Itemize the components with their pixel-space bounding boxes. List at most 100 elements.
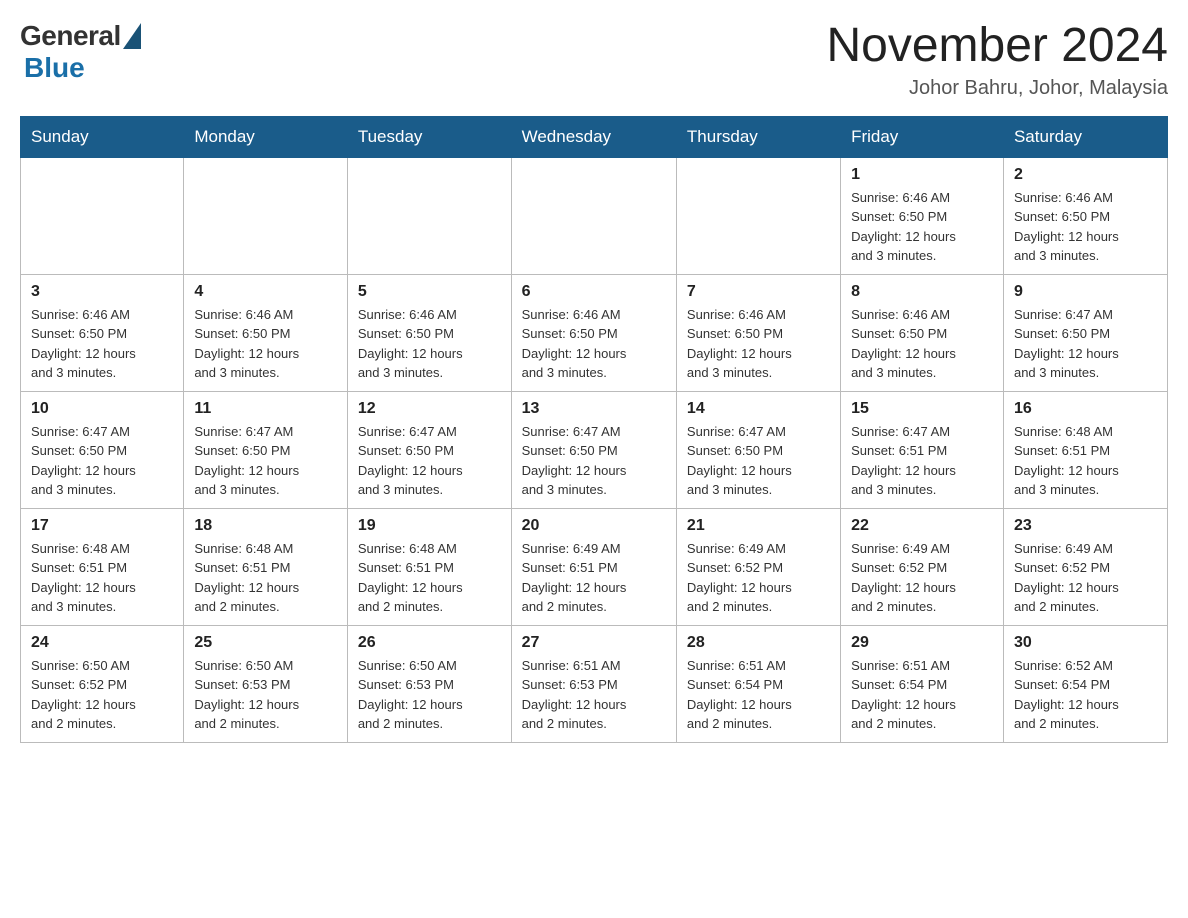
day-number: 26 xyxy=(358,634,501,652)
day-cell: 8Sunrise: 6:46 AM Sunset: 6:50 PM Daylig… xyxy=(841,274,1004,391)
day-number: 21 xyxy=(687,517,830,535)
day-number: 6 xyxy=(522,283,666,301)
day-info: Sunrise: 6:47 AM Sunset: 6:50 PM Dayligh… xyxy=(1014,305,1157,383)
day-number: 25 xyxy=(194,634,337,652)
day-info: Sunrise: 6:47 AM Sunset: 6:50 PM Dayligh… xyxy=(522,422,666,500)
header-wednesday: Wednesday xyxy=(511,116,676,157)
logo-blue-text: Blue xyxy=(24,52,85,84)
day-info: Sunrise: 6:46 AM Sunset: 6:50 PM Dayligh… xyxy=(1014,188,1157,266)
day-number: 19 xyxy=(358,517,501,535)
day-number: 22 xyxy=(851,517,993,535)
day-number: 12 xyxy=(358,400,501,418)
day-number: 10 xyxy=(31,400,173,418)
day-cell: 29Sunrise: 6:51 AM Sunset: 6:54 PM Dayli… xyxy=(841,625,1004,742)
day-cell: 4Sunrise: 6:46 AM Sunset: 6:50 PM Daylig… xyxy=(184,274,348,391)
day-number: 5 xyxy=(358,283,501,301)
day-number: 9 xyxy=(1014,283,1157,301)
day-info: Sunrise: 6:50 AM Sunset: 6:52 PM Dayligh… xyxy=(31,656,173,734)
calendar-table: SundayMondayTuesdayWednesdayThursdayFrid… xyxy=(20,116,1168,743)
title-area: November 2024 Johor Bahru, Johor, Malays… xyxy=(826,20,1168,100)
day-info: Sunrise: 6:47 AM Sunset: 6:51 PM Dayligh… xyxy=(851,422,993,500)
day-info: Sunrise: 6:50 AM Sunset: 6:53 PM Dayligh… xyxy=(194,656,337,734)
day-number: 30 xyxy=(1014,634,1157,652)
day-cell: 2 Sunrise: 6:46 AM Sunset: 6:50 PM Daylig… xyxy=(1003,157,1167,274)
day-number: 15 xyxy=(851,400,993,418)
day-number: 1 xyxy=(851,166,993,184)
day-info: Sunrise: 6:48 AM Sunset: 6:51 PM Dayligh… xyxy=(194,539,337,617)
header-saturday: Saturday xyxy=(1003,116,1167,157)
day-cell: 11 Sunrise: 6:47 AM Sunset: 6:50 PM Dayli… xyxy=(184,391,348,508)
day-number: 27 xyxy=(522,634,666,652)
day-number: 16 xyxy=(1014,400,1157,418)
day-info: Sunrise: 6:49 AM Sunset: 6:52 PM Dayligh… xyxy=(1014,539,1157,617)
day-info: Sunrise: 6:52 AM Sunset: 6:54 PM Dayligh… xyxy=(1014,656,1157,734)
week-row-3: 10 Sunrise: 6:47 AM Sunset: 6:50 PM Dayli… xyxy=(21,391,1168,508)
day-cell: 24 Sunrise: 6:50 AM Sunset: 6:52 PM Dayli… xyxy=(21,625,184,742)
day-number: 3 xyxy=(31,283,173,301)
day-cell: 7Sunrise: 6:46 AM Sunset: 6:50 PM Daylig… xyxy=(676,274,840,391)
day-number: 14 xyxy=(687,400,830,418)
day-info: Sunrise: 6:48 AM Sunset: 6:51 PM Dayligh… xyxy=(358,539,501,617)
day-info: Sunrise: 6:46 AM Sunset: 6:50 PM Dayligh… xyxy=(31,305,173,383)
day-number: 29 xyxy=(851,634,993,652)
day-number: 18 xyxy=(194,517,337,535)
day-number: 28 xyxy=(687,634,830,652)
day-cell: 9 Sunrise: 6:47 AM Sunset: 6:50 PM Daylig… xyxy=(1003,274,1167,391)
day-cell xyxy=(511,157,676,274)
day-cell: 30 Sunrise: 6:52 AM Sunset: 6:54 PM Dayli… xyxy=(1003,625,1167,742)
day-info: Sunrise: 6:51 AM Sunset: 6:54 PM Dayligh… xyxy=(687,656,830,734)
week-row-2: 3 Sunrise: 6:46 AM Sunset: 6:50 PM Daylig… xyxy=(21,274,1168,391)
day-cell xyxy=(676,157,840,274)
day-info: Sunrise: 6:47 AM Sunset: 6:50 PM Dayligh… xyxy=(31,422,173,500)
day-info: Sunrise: 6:49 AM Sunset: 6:52 PM Dayligh… xyxy=(687,539,830,617)
day-headers-row: SundayMondayTuesdayWednesdayThursdayFrid… xyxy=(21,116,1168,157)
day-number: 13 xyxy=(522,400,666,418)
day-info: Sunrise: 6:46 AM Sunset: 6:50 PM Dayligh… xyxy=(851,305,993,383)
day-cell: 28 Sunrise: 6:51 AM Sunset: 6:54 PM Dayli… xyxy=(676,625,840,742)
day-info: Sunrise: 6:48 AM Sunset: 6:51 PM Dayligh… xyxy=(1014,422,1157,500)
day-number: 20 xyxy=(522,517,666,535)
header-tuesday: Tuesday xyxy=(347,116,511,157)
day-cell: 17 Sunrise: 6:48 AM Sunset: 6:51 PM Dayli… xyxy=(21,508,184,625)
day-cell: 22 Sunrise: 6:49 AM Sunset: 6:52 PM Dayli… xyxy=(841,508,1004,625)
day-info: Sunrise: 6:49 AM Sunset: 6:51 PM Dayligh… xyxy=(522,539,666,617)
day-cell: 12Sunrise: 6:47 AM Sunset: 6:50 PM Dayli… xyxy=(347,391,511,508)
header-friday: Friday xyxy=(841,116,1004,157)
day-info: Sunrise: 6:49 AM Sunset: 6:52 PM Dayligh… xyxy=(851,539,993,617)
day-cell: 16 Sunrise: 6:48 AM Sunset: 6:51 PM Dayli… xyxy=(1003,391,1167,508)
day-cell: 27Sunrise: 6:51 AM Sunset: 6:53 PM Dayli… xyxy=(511,625,676,742)
day-cell: 21 Sunrise: 6:49 AM Sunset: 6:52 PM Dayli… xyxy=(676,508,840,625)
day-cell: 19 Sunrise: 6:48 AM Sunset: 6:51 PM Dayli… xyxy=(347,508,511,625)
week-row-4: 17 Sunrise: 6:48 AM Sunset: 6:51 PM Dayli… xyxy=(21,508,1168,625)
week-row-1: 1 Sunrise: 6:46 AM Sunset: 6:50 PM Daylig… xyxy=(21,157,1168,274)
day-cell: 14 Sunrise: 6:47 AM Sunset: 6:50 PM Dayli… xyxy=(676,391,840,508)
day-number: 11 xyxy=(194,400,337,418)
month-title: November 2024 xyxy=(826,20,1168,73)
location-text: Johor Bahru, Johor, Malaysia xyxy=(826,77,1168,100)
day-info: Sunrise: 6:46 AM Sunset: 6:50 PM Dayligh… xyxy=(194,305,337,383)
day-cell: 18 Sunrise: 6:48 AM Sunset: 6:51 PM Dayli… xyxy=(184,508,348,625)
day-cell xyxy=(184,157,348,274)
week-row-5: 24 Sunrise: 6:50 AM Sunset: 6:52 PM Dayli… xyxy=(21,625,1168,742)
day-cell xyxy=(21,157,184,274)
day-number: 24 xyxy=(31,634,173,652)
day-cell: 20 Sunrise: 6:49 AM Sunset: 6:51 PM Dayli… xyxy=(511,508,676,625)
day-info: Sunrise: 6:48 AM Sunset: 6:51 PM Dayligh… xyxy=(31,539,173,617)
day-info: Sunrise: 6:50 AM Sunset: 6:53 PM Dayligh… xyxy=(358,656,501,734)
day-number: 2 xyxy=(1014,166,1157,184)
day-cell: 5 Sunrise: 6:46 AM Sunset: 6:50 PM Daylig… xyxy=(347,274,511,391)
day-cell: 6 Sunrise: 6:46 AM Sunset: 6:50 PM Daylig… xyxy=(511,274,676,391)
day-cell: 15 Sunrise: 6:47 AM Sunset: 6:51 PM Dayli… xyxy=(841,391,1004,508)
header-thursday: Thursday xyxy=(676,116,840,157)
header-monday: Monday xyxy=(184,116,348,157)
day-info: Sunrise: 6:46 AM Sunset: 6:50 PM Dayligh… xyxy=(358,305,501,383)
day-cell: 25 Sunrise: 6:50 AM Sunset: 6:53 PM Dayli… xyxy=(184,625,348,742)
day-number: 17 xyxy=(31,517,173,535)
day-cell: 3 Sunrise: 6:46 AM Sunset: 6:50 PM Daylig… xyxy=(21,274,184,391)
day-info: Sunrise: 6:46 AM Sunset: 6:50 PM Dayligh… xyxy=(851,188,993,266)
day-info: Sunrise: 6:46 AM Sunset: 6:50 PM Dayligh… xyxy=(522,305,666,383)
header: General Blue November 2024 Johor Bahru, … xyxy=(20,20,1168,100)
day-info: Sunrise: 6:47 AM Sunset: 6:50 PM Dayligh… xyxy=(687,422,830,500)
day-info: Sunrise: 6:47 AM Sunset: 6:50 PM Dayligh… xyxy=(194,422,337,500)
day-cell: 13 Sunrise: 6:47 AM Sunset: 6:50 PM Dayli… xyxy=(511,391,676,508)
